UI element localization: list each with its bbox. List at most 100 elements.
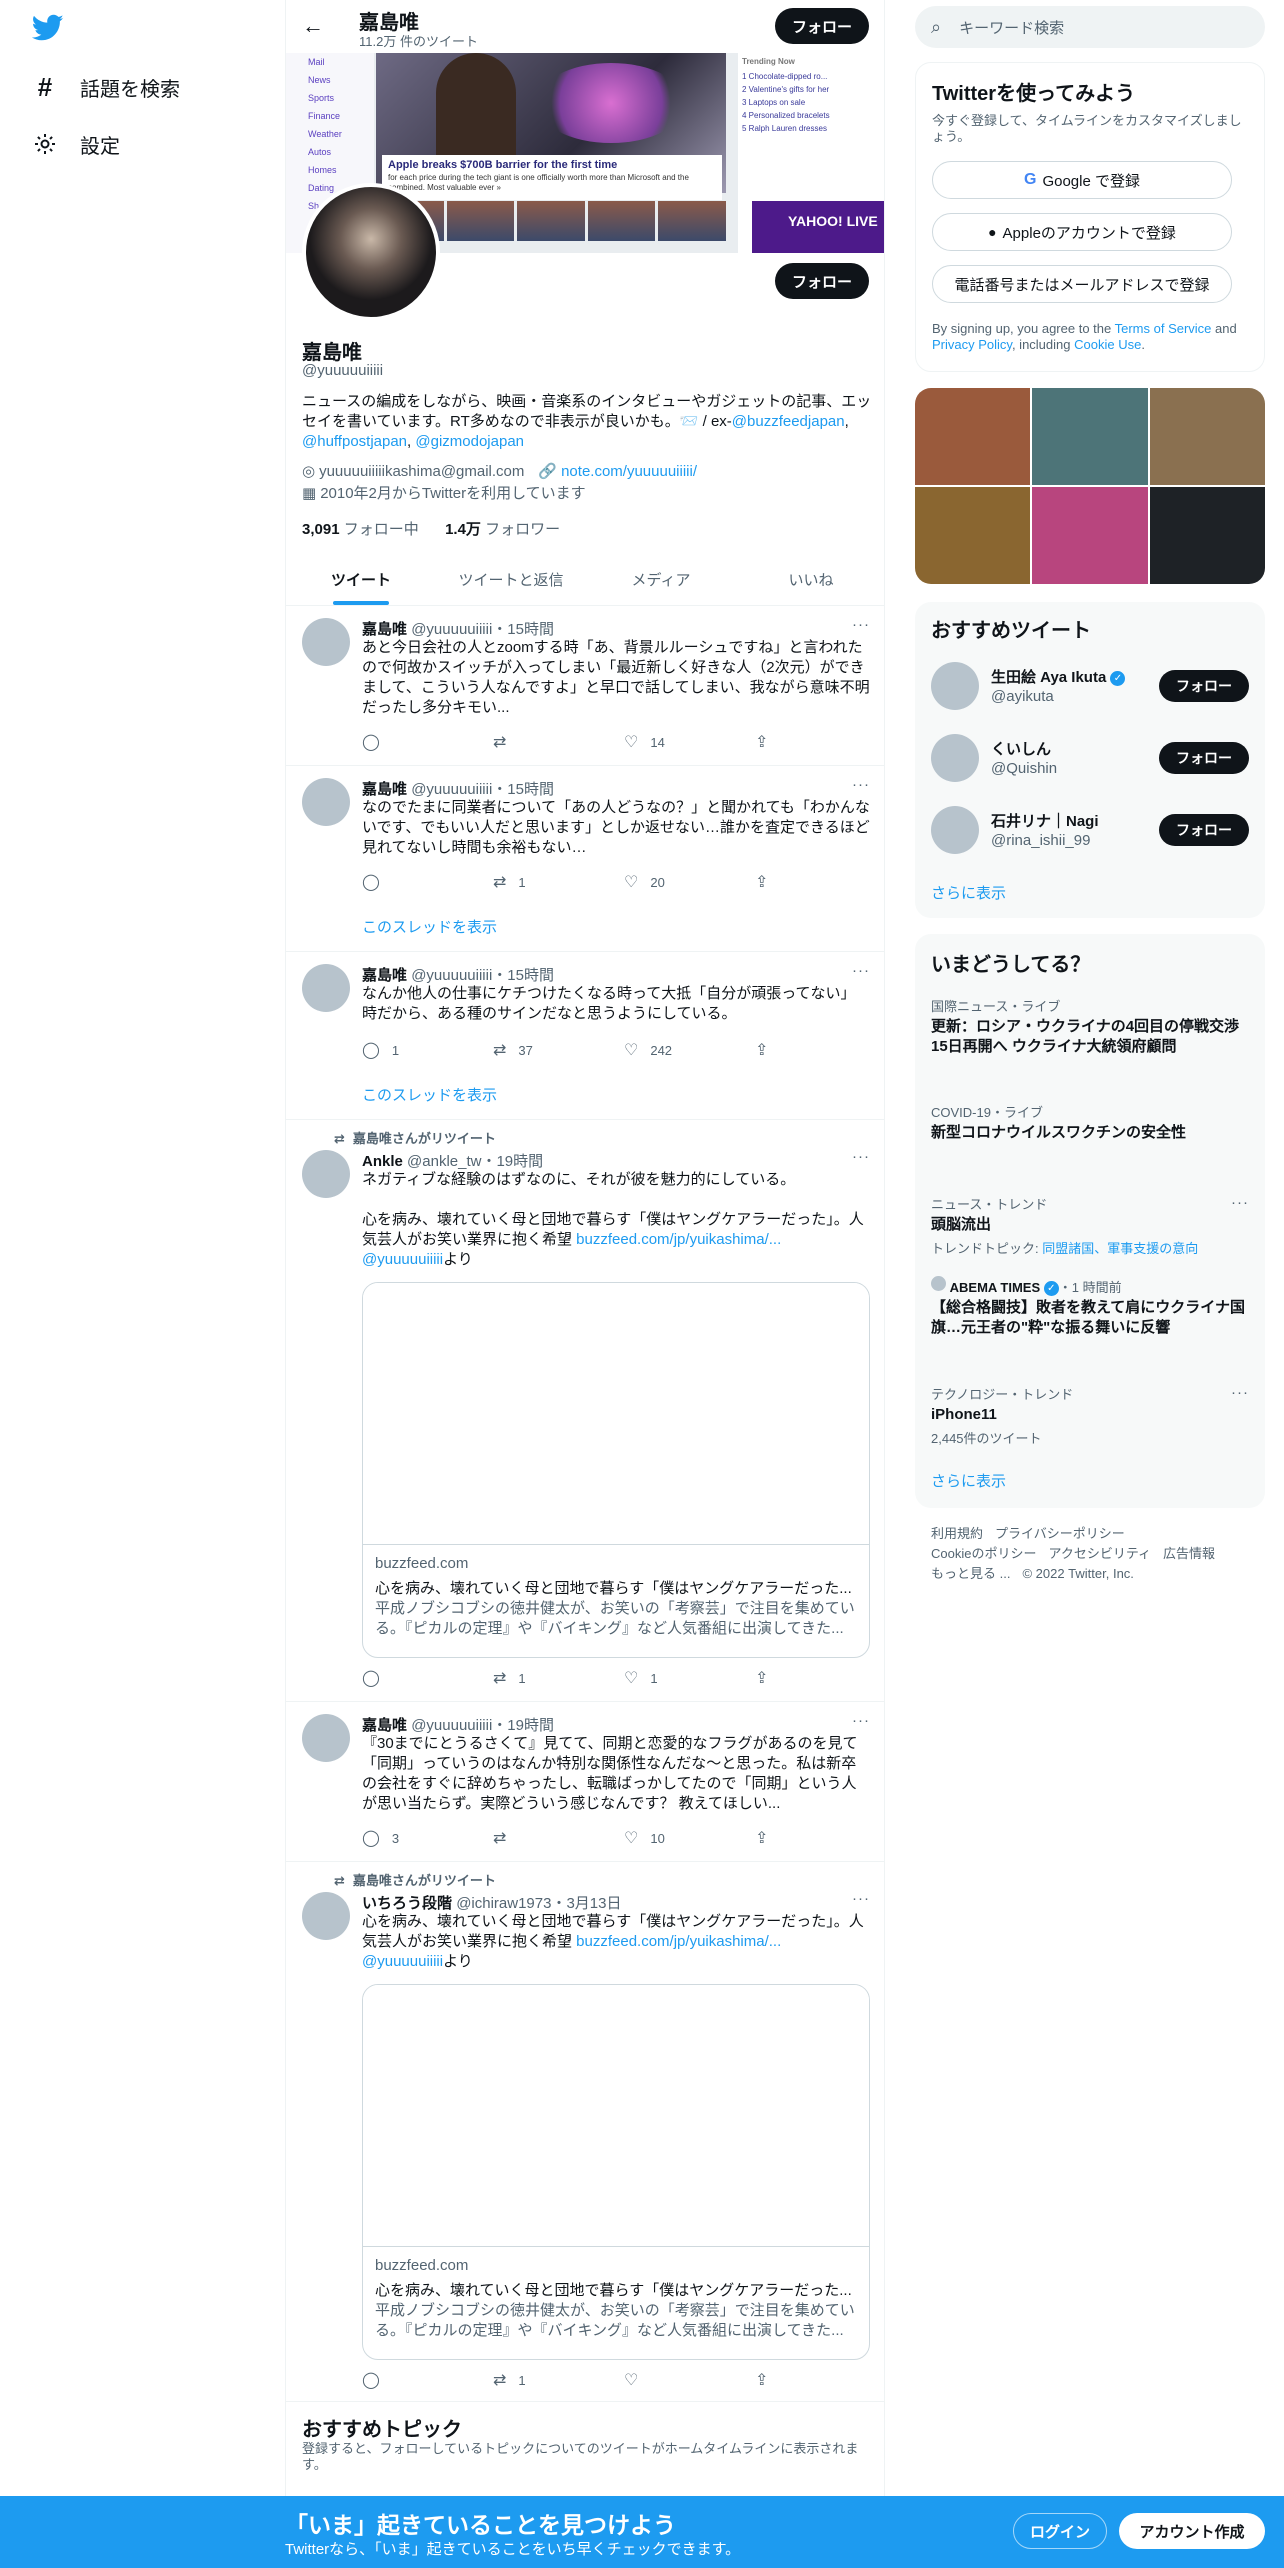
follow-button[interactable]: フォロー — [1159, 670, 1249, 702]
mention-link[interactable]: @yuuuuuiiiii — [362, 1953, 443, 1970]
tweet[interactable]: ⇄ 嘉島唯さんがリツイート いちろう段階 @ichiraw1973・3月13日 ·… — [286, 1862, 884, 2402]
like-button[interactable]: ♡ 1 — [624, 1668, 658, 1688]
footer-link[interactable]: アクセシビリティ — [1048, 1546, 1151, 1561]
privacy-link[interactable]: Privacy Policy — [932, 337, 1012, 352]
trend-item[interactable]: テクノロジー・トレンド ··· iPhone11 2,445件のツイート — [931, 1384, 1249, 1447]
tweet[interactable]: ⇄ 嘉島唯さんがリツイート Ankle @ankle_tw・19時間 ··· ネガ… — [286, 1120, 884, 1702]
retweet-button[interactable]: ⇄ 1 — [493, 1668, 526, 1688]
reply-button[interactable]: ◯ — [362, 872, 392, 892]
profile-avatar[interactable] — [302, 183, 440, 321]
like-button[interactable]: ♡ — [624, 2370, 650, 2390]
avatar[interactable] — [302, 618, 350, 666]
footer-link[interactable]: 広告情報 — [1163, 1546, 1215, 1561]
twitter-logo-icon[interactable] — [31, 14, 64, 44]
retweet-button[interactable]: ⇄ 1 — [493, 2370, 526, 2390]
recommended-user[interactable]: 生田絵 Aya Ikuta ✓ @ayikuta フォロー — [931, 662, 1249, 714]
show-more-link[interactable]: さらに表示 — [931, 882, 1006, 903]
media-mosaic[interactable] — [915, 388, 1265, 584]
share-button[interactable]: ⇪ — [755, 1668, 768, 1688]
signup-button[interactable]: アカウント作成 — [1119, 2513, 1265, 2549]
like-button[interactable]: ♡ 10 — [624, 1828, 665, 1848]
google-signup-button[interactable]: G Google で登録 — [932, 161, 1232, 199]
trends-show-more-link[interactable]: さらに表示 — [931, 1470, 1006, 1491]
avatar[interactable] — [302, 1892, 350, 1940]
mention-link[interactable]: @yuuuuuiiiii — [362, 1251, 443, 1268]
share-button[interactable]: ⇪ — [755, 2370, 768, 2390]
media-thumb[interactable] — [1149, 388, 1265, 485]
more-icon[interactable]: ··· — [852, 1890, 870, 1907]
avatar[interactable] — [302, 1714, 350, 1762]
trend-item[interactable]: ニュース・トレンド ··· 頭脳流出 トレンドトピック: 同盟諸国、軍事支援の意… — [931, 1194, 1249, 1257]
avatar[interactable] — [931, 734, 979, 782]
more-icon[interactable]: ··· — [852, 776, 870, 793]
media-thumb[interactable] — [915, 487, 1031, 584]
reply-button[interactable]: ◯ 1 — [362, 1040, 399, 1060]
more-icon[interactable]: ··· — [852, 1148, 870, 1165]
bio-link-gizmodojapan[interactable]: @gizmodojapan — [415, 433, 524, 450]
footer-link[interactable]: 利用規約 — [931, 1526, 983, 1541]
login-button[interactable]: ログイン — [1013, 2513, 1107, 2549]
reply-button[interactable]: ◯ — [362, 2370, 392, 2390]
share-button[interactable]: ⇪ — [755, 872, 768, 892]
tweet[interactable]: 嘉島唯 @yuuuuuiiiii・15時間 ··· なのでたまに同業者について「… — [286, 766, 884, 952]
share-button[interactable]: ⇪ — [755, 1828, 768, 1848]
media-thumb[interactable] — [915, 388, 1031, 485]
back-arrow-icon[interactable]: ← — [302, 14, 326, 38]
tab-tweets[interactable]: ツイート — [286, 553, 436, 605]
trend-item[interactable]: COVID-19・ライブ 新型コロナウイルスワクチンの安全性 — [931, 1102, 1249, 1143]
follow-button[interactable]: フォロー — [1159, 742, 1249, 774]
share-button[interactable]: ⇪ — [755, 732, 768, 752]
share-button[interactable]: ⇪ — [755, 1040, 768, 1060]
reply-button[interactable]: ◯ — [362, 1668, 392, 1688]
followers-link[interactable]: 1.4万 フォロワー — [445, 521, 560, 538]
recommended-user[interactable]: くいしん @Quishin フォロー — [931, 734, 1249, 786]
like-button[interactable]: ♡ 20 — [624, 872, 665, 892]
bio-link-buzzfeedjapan[interactable]: @buzzfeedjapan — [732, 413, 845, 430]
avatar[interactable] — [302, 778, 350, 826]
more-icon[interactable]: ··· — [1231, 1194, 1249, 1211]
following-link[interactable]: 3,091 フォロー中 — [302, 521, 419, 538]
avatar[interactable] — [931, 662, 979, 710]
retweet-button[interactable]: ⇄ — [493, 732, 518, 752]
reply-button[interactable]: ◯ — [362, 732, 392, 752]
reply-button[interactable]: ◯ 3 — [362, 1828, 399, 1848]
like-button[interactable]: ♡ 242 — [624, 1040, 672, 1060]
nav-settings[interactable]: 設定 — [32, 124, 120, 164]
more-icon[interactable]: ··· — [1231, 1384, 1249, 1401]
search-input[interactable]: ⌕ キーワード検索 — [915, 6, 1265, 48]
link-card[interactable]: buzzfeed.com 心を病み、壊れていく母と団地で暮らす「僕はヤングケアラ… — [362, 1984, 870, 2360]
link-card[interactable]: buzzfeed.com 心を病み、壊れていく母と団地で暮らす「僕はヤングケアラ… — [362, 1282, 870, 1658]
footer-link[interactable]: もっと見る ... — [931, 1566, 1010, 1581]
tab-tweets-replies[interactable]: ツイートと返信 — [436, 553, 586, 605]
media-thumb[interactable] — [1032, 487, 1148, 584]
avatar[interactable] — [302, 964, 350, 1012]
media-thumb[interactable] — [1149, 487, 1265, 584]
tab-media[interactable]: メディア — [586, 553, 736, 605]
trend-item[interactable]: 国際ニュース・ライブ 更新：ロシア・ウクライナの4回目の停戦交渉 15日再開へ … — [931, 996, 1249, 1057]
trend-item[interactable]: ABEMA TIMES ✓ ・1 時間前 【総合格闘技】敗者を教えて肩にウクライナ… — [931, 1276, 1249, 1338]
avatar[interactable] — [302, 1150, 350, 1198]
more-icon[interactable]: ··· — [852, 616, 870, 633]
avatar[interactable] — [931, 806, 979, 854]
profile-website[interactable]: note.com/yuuuuuiiiii/ — [561, 463, 697, 480]
tweet[interactable]: 嘉島唯 @yuuuuuiiiii・19時間 ··· 『30までにとうるさくて』見… — [286, 1702, 884, 1862]
more-icon[interactable]: ··· — [852, 1712, 870, 1729]
tweet[interactable]: 嘉島唯 @yuuuuuiiiii・15時間 ··· あと今日会社の人とzoomす… — [286, 606, 884, 766]
recommended-user[interactable]: 石井リナ｜Nagi @rina_ishii_99 フォロー — [931, 806, 1249, 858]
profile-follow-button[interactable]: フォロー — [775, 263, 869, 299]
more-icon[interactable]: ··· — [852, 962, 870, 979]
cookie-link[interactable]: Cookie Use — [1074, 337, 1141, 352]
tweet-link[interactable]: buzzfeed.com/jp/yuikashima/... — [576, 1933, 781, 1950]
media-thumb[interactable] — [1032, 388, 1148, 485]
retweet-button[interactable]: ⇄ 37 — [493, 1040, 533, 1060]
footer-link[interactable]: Cookieのポリシー — [931, 1546, 1036, 1561]
apple-signup-button[interactable]: ● Appleのアカウントで登録 — [932, 213, 1232, 251]
nav-explore[interactable]: # 話題を検索 — [32, 67, 180, 107]
bio-link-huffpostjapan[interactable]: @huffpostjapan — [302, 433, 407, 450]
tos-link[interactable]: Terms of Service — [1115, 321, 1212, 336]
follow-button[interactable]: フォロー — [1159, 814, 1249, 846]
retweet-button[interactable]: ⇄ 1 — [493, 872, 526, 892]
tab-likes[interactable]: いいね — [736, 553, 884, 605]
tweet-link[interactable]: buzzfeed.com/jp/yuikashima/... — [576, 1231, 781, 1248]
retweet-button[interactable]: ⇄ — [493, 1828, 518, 1848]
